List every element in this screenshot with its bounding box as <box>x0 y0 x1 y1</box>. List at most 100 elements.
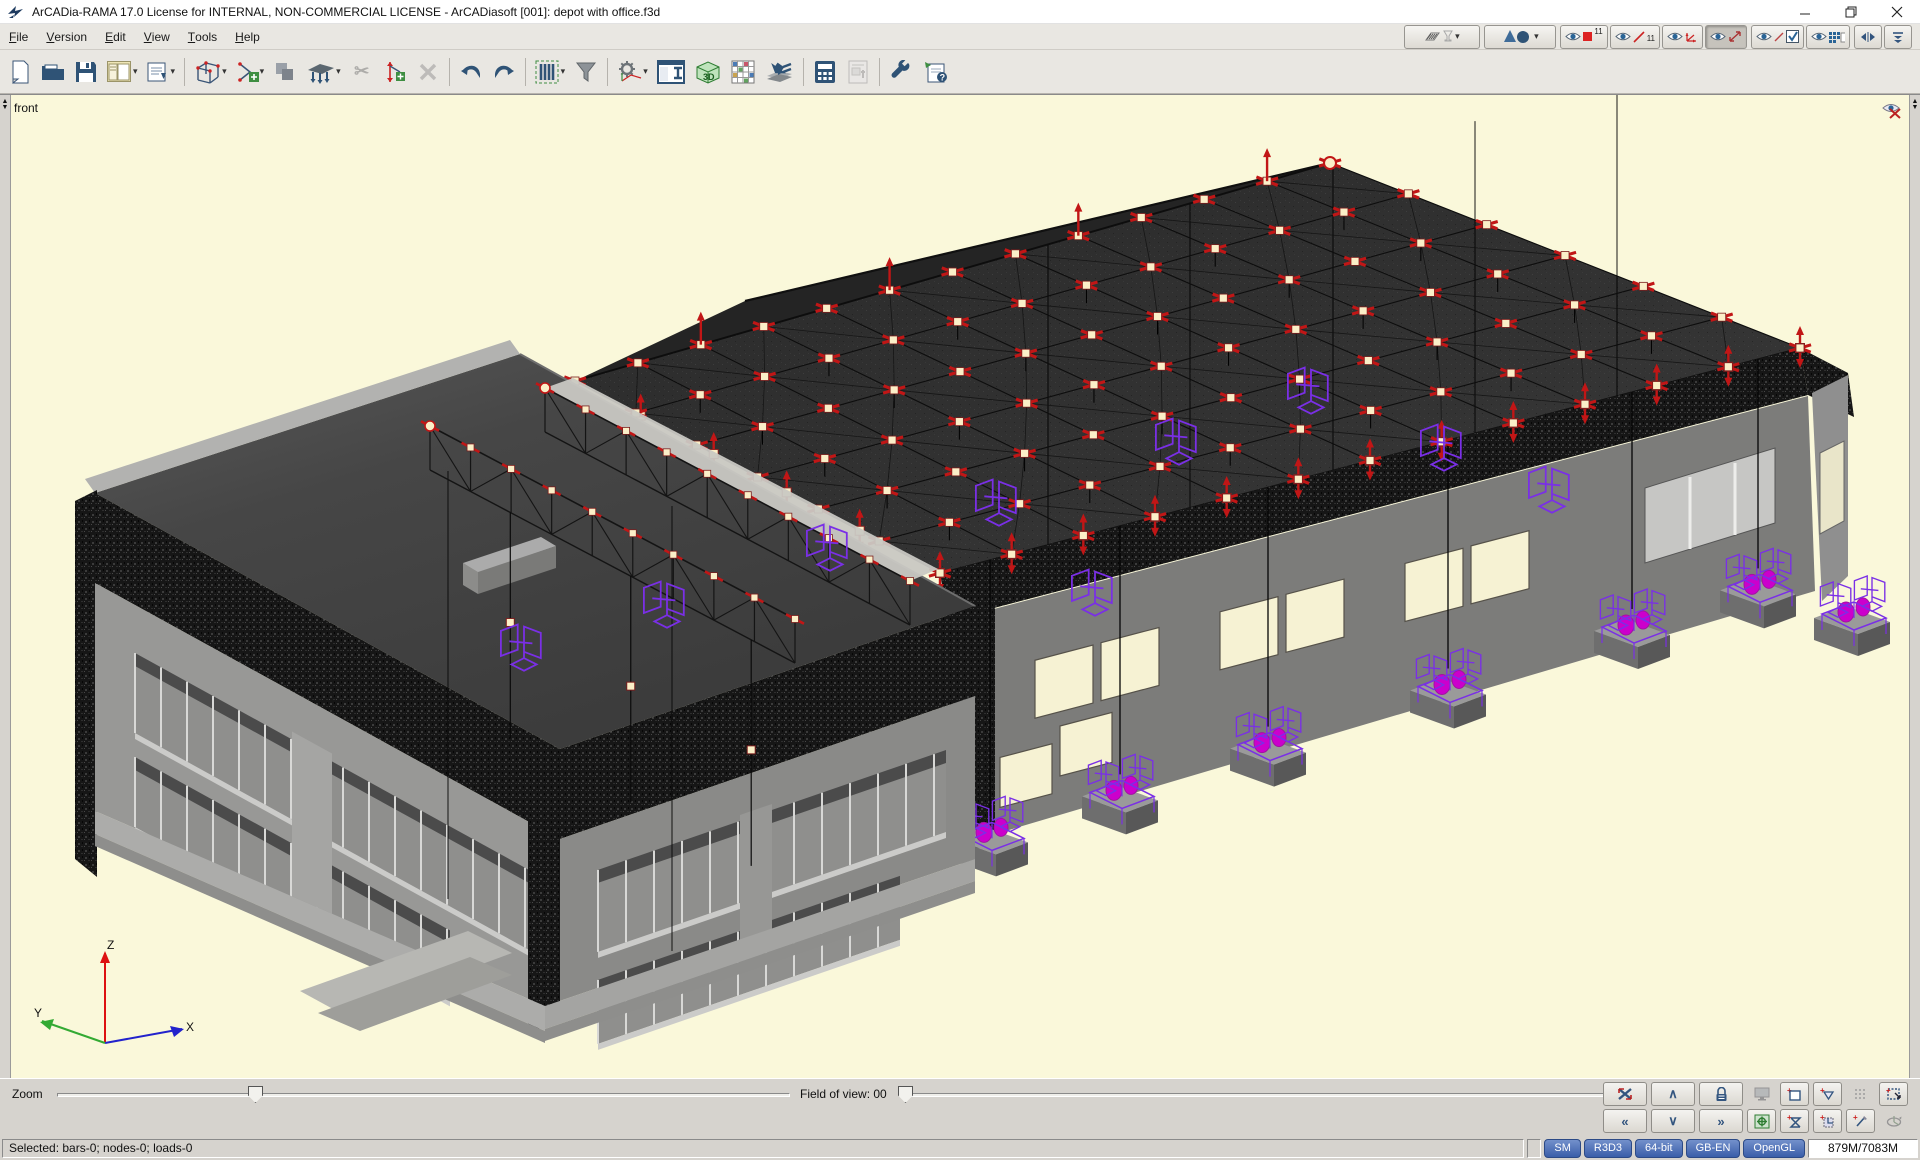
page-setup-button[interactable]: ▾ <box>103 54 142 90</box>
section-display-button[interactable]: ▾ <box>531 54 570 90</box>
main-toolbar: ▾ ▾ ▾ ▾ ▾ ✂ ▾ ▾ 3D ? <box>0 50 1920 94</box>
menu-tools[interactable]: Tools <box>179 24 226 49</box>
minimize-button[interactable] <box>1782 0 1828 23</box>
center-target-icon <box>1754 1114 1770 1129</box>
splitter-arrows-icon: ▲▼ <box>0 99 10 111</box>
show-bar-numbers-button[interactable]: 11 <box>1610 25 1660 49</box>
collapse-panel-button[interactable] <box>1884 25 1912 49</box>
fov-slider-track[interactable] <box>905 1093 1635 1097</box>
menu-edit[interactable]: Edit <box>96 24 135 49</box>
question-mark-label: ? <box>939 72 945 82</box>
view-3d-button[interactable]: 3D <box>690 54 726 90</box>
select-hourglass-button[interactable]: + <box>1780 1109 1809 1133</box>
add-bar-button[interactable]: ▾ <box>232 54 269 90</box>
right-splitter[interactable]: ▲▼ <box>1909 95 1920 1078</box>
show-bars-checkbox-button[interactable] <box>1751 25 1804 49</box>
zoom-slider-track[interactable] <box>57 1093 790 1097</box>
section-properties-button[interactable] <box>653 54 689 90</box>
new-file-icon <box>10 60 30 84</box>
save-file-button[interactable] <box>70 54 102 90</box>
shading-mode-dropdown[interactable]: ▾ <box>1484 25 1556 49</box>
menu-file[interactable]: File <box>0 24 37 49</box>
results-report-button[interactable] <box>842 54 874 90</box>
toolbar-separator <box>525 58 526 86</box>
center-view-button[interactable] <box>1747 1109 1776 1133</box>
show-node-numbers-button[interactable]: 11 <box>1560 25 1607 49</box>
zoom-window-button[interactable]: + <box>1879 1082 1908 1106</box>
help-button[interactable]: ? <box>918 54 954 90</box>
close-button[interactable] <box>1874 0 1920 23</box>
open-file-button[interactable] <box>37 54 69 90</box>
delete-button[interactable] <box>412 54 444 90</box>
gear-settings-button[interactable]: ▾ <box>613 54 652 90</box>
bottom-panel: Zoom Field of view: 00 ∧ + + + « ∨ » + +… <box>0 1078 1920 1136</box>
chevron-down-icon: ▾ <box>336 66 341 77</box>
chevron-right-icon: » <box>1717 1114 1724 1129</box>
load-to-slab-icon <box>764 60 794 84</box>
axes-icon <box>1685 31 1698 43</box>
view-toolbar: ▾ ▾ 11 11 <box>1404 25 1920 49</box>
pan-down-button[interactable]: ∨ <box>1651 1109 1695 1133</box>
pan-right-button[interactable]: » <box>1699 1109 1743 1133</box>
glass-icon <box>1443 30 1453 43</box>
grid-table-button[interactable] <box>727 54 759 90</box>
left-splitter[interactable]: ▲▼ <box>0 95 11 1078</box>
viewport-3d[interactable]: ZXY front ▲▼ ▲▼ <box>0 94 1920 1078</box>
show-loads-button[interactable] <box>1705 25 1747 49</box>
toolbar-separator <box>879 58 880 86</box>
pan-up-button[interactable]: ∧ <box>1651 1082 1695 1106</box>
redo-button[interactable] <box>488 54 520 90</box>
menu-version[interactable]: Version <box>37 24 96 49</box>
show-supports-button[interactable] <box>1662 25 1703 49</box>
screen-mode-button[interactable] <box>1747 1082 1776 1106</box>
slab-loads-button[interactable]: ▾ <box>302 54 345 90</box>
hide-view-button[interactable] <box>1882 101 1904 124</box>
zoom-slider-thumb[interactable] <box>248 1086 263 1103</box>
chevron-left-icon: « <box>1621 1114 1628 1129</box>
svg-text:Z: Z <box>107 938 114 952</box>
copy-elements-button[interactable] <box>269 54 301 90</box>
orbit-button[interactable] <box>1879 1109 1908 1133</box>
chevron-down-icon: ▾ <box>260 66 265 77</box>
select-region-button[interactable]: + <box>1813 1109 1842 1133</box>
svg-text:+: + <box>1820 1087 1825 1095</box>
filter-button[interactable] <box>570 54 602 90</box>
menu-view[interactable]: View <box>135 24 179 49</box>
save-floppy-icon <box>75 61 97 83</box>
cancel-view-button[interactable] <box>1603 1082 1647 1106</box>
select-polygon-button[interactable]: + <box>1813 1082 1842 1106</box>
fov-slider-thumb[interactable] <box>898 1086 913 1103</box>
measure-button[interactable]: + <box>1846 1109 1875 1133</box>
viewport-3d-scene[interactable]: ZXY <box>0 95 1920 1079</box>
divide-bar-button[interactable] <box>379 54 411 90</box>
mirror-view-button[interactable] <box>1854 25 1882 49</box>
pan-left-button[interactable]: « <box>1603 1109 1647 1133</box>
bar-count-label: 11 <box>1647 34 1655 43</box>
status-badge-sm: SM <box>1544 1139 1581 1158</box>
new-file-button[interactable] <box>4 54 36 90</box>
help-doc-icon: ? <box>922 60 950 84</box>
window-title: ArCADia-RAMA 17.0 License for INTERNAL, … <box>32 5 1782 19</box>
select-window-button[interactable]: + <box>1780 1082 1809 1106</box>
cut-button[interactable]: ✂ <box>346 54 378 90</box>
fov-value: 00 <box>873 1087 886 1101</box>
options-wrench-button[interactable] <box>885 54 917 90</box>
show-grid-button[interactable] <box>1806 25 1850 49</box>
undo-button[interactable] <box>455 54 487 90</box>
render-mode-dropdown[interactable]: ▾ <box>1404 25 1480 49</box>
node-square-icon <box>1583 32 1592 41</box>
status-badge-r3d3: R3D3 <box>1584 1139 1632 1158</box>
restore-button[interactable] <box>1828 0 1874 23</box>
menu-help[interactable]: Help <box>226 24 269 49</box>
frame-generator-button[interactable]: ▾ <box>190 54 231 90</box>
memory-usage: 879M/7083M <box>1808 1139 1918 1158</box>
select-all-grid-button[interactable] <box>1846 1082 1875 1106</box>
calculator-button[interactable] <box>809 54 841 90</box>
eye-icon <box>1615 31 1631 42</box>
lock-view-button[interactable] <box>1699 1082 1743 1106</box>
grid-table-icon <box>731 60 755 84</box>
toolbar-separator <box>607 58 608 86</box>
load-to-slab-button[interactable] <box>760 54 798 90</box>
select-rect-icon: + <box>1787 1087 1802 1101</box>
export-document-button[interactable]: ▾ <box>143 54 180 90</box>
